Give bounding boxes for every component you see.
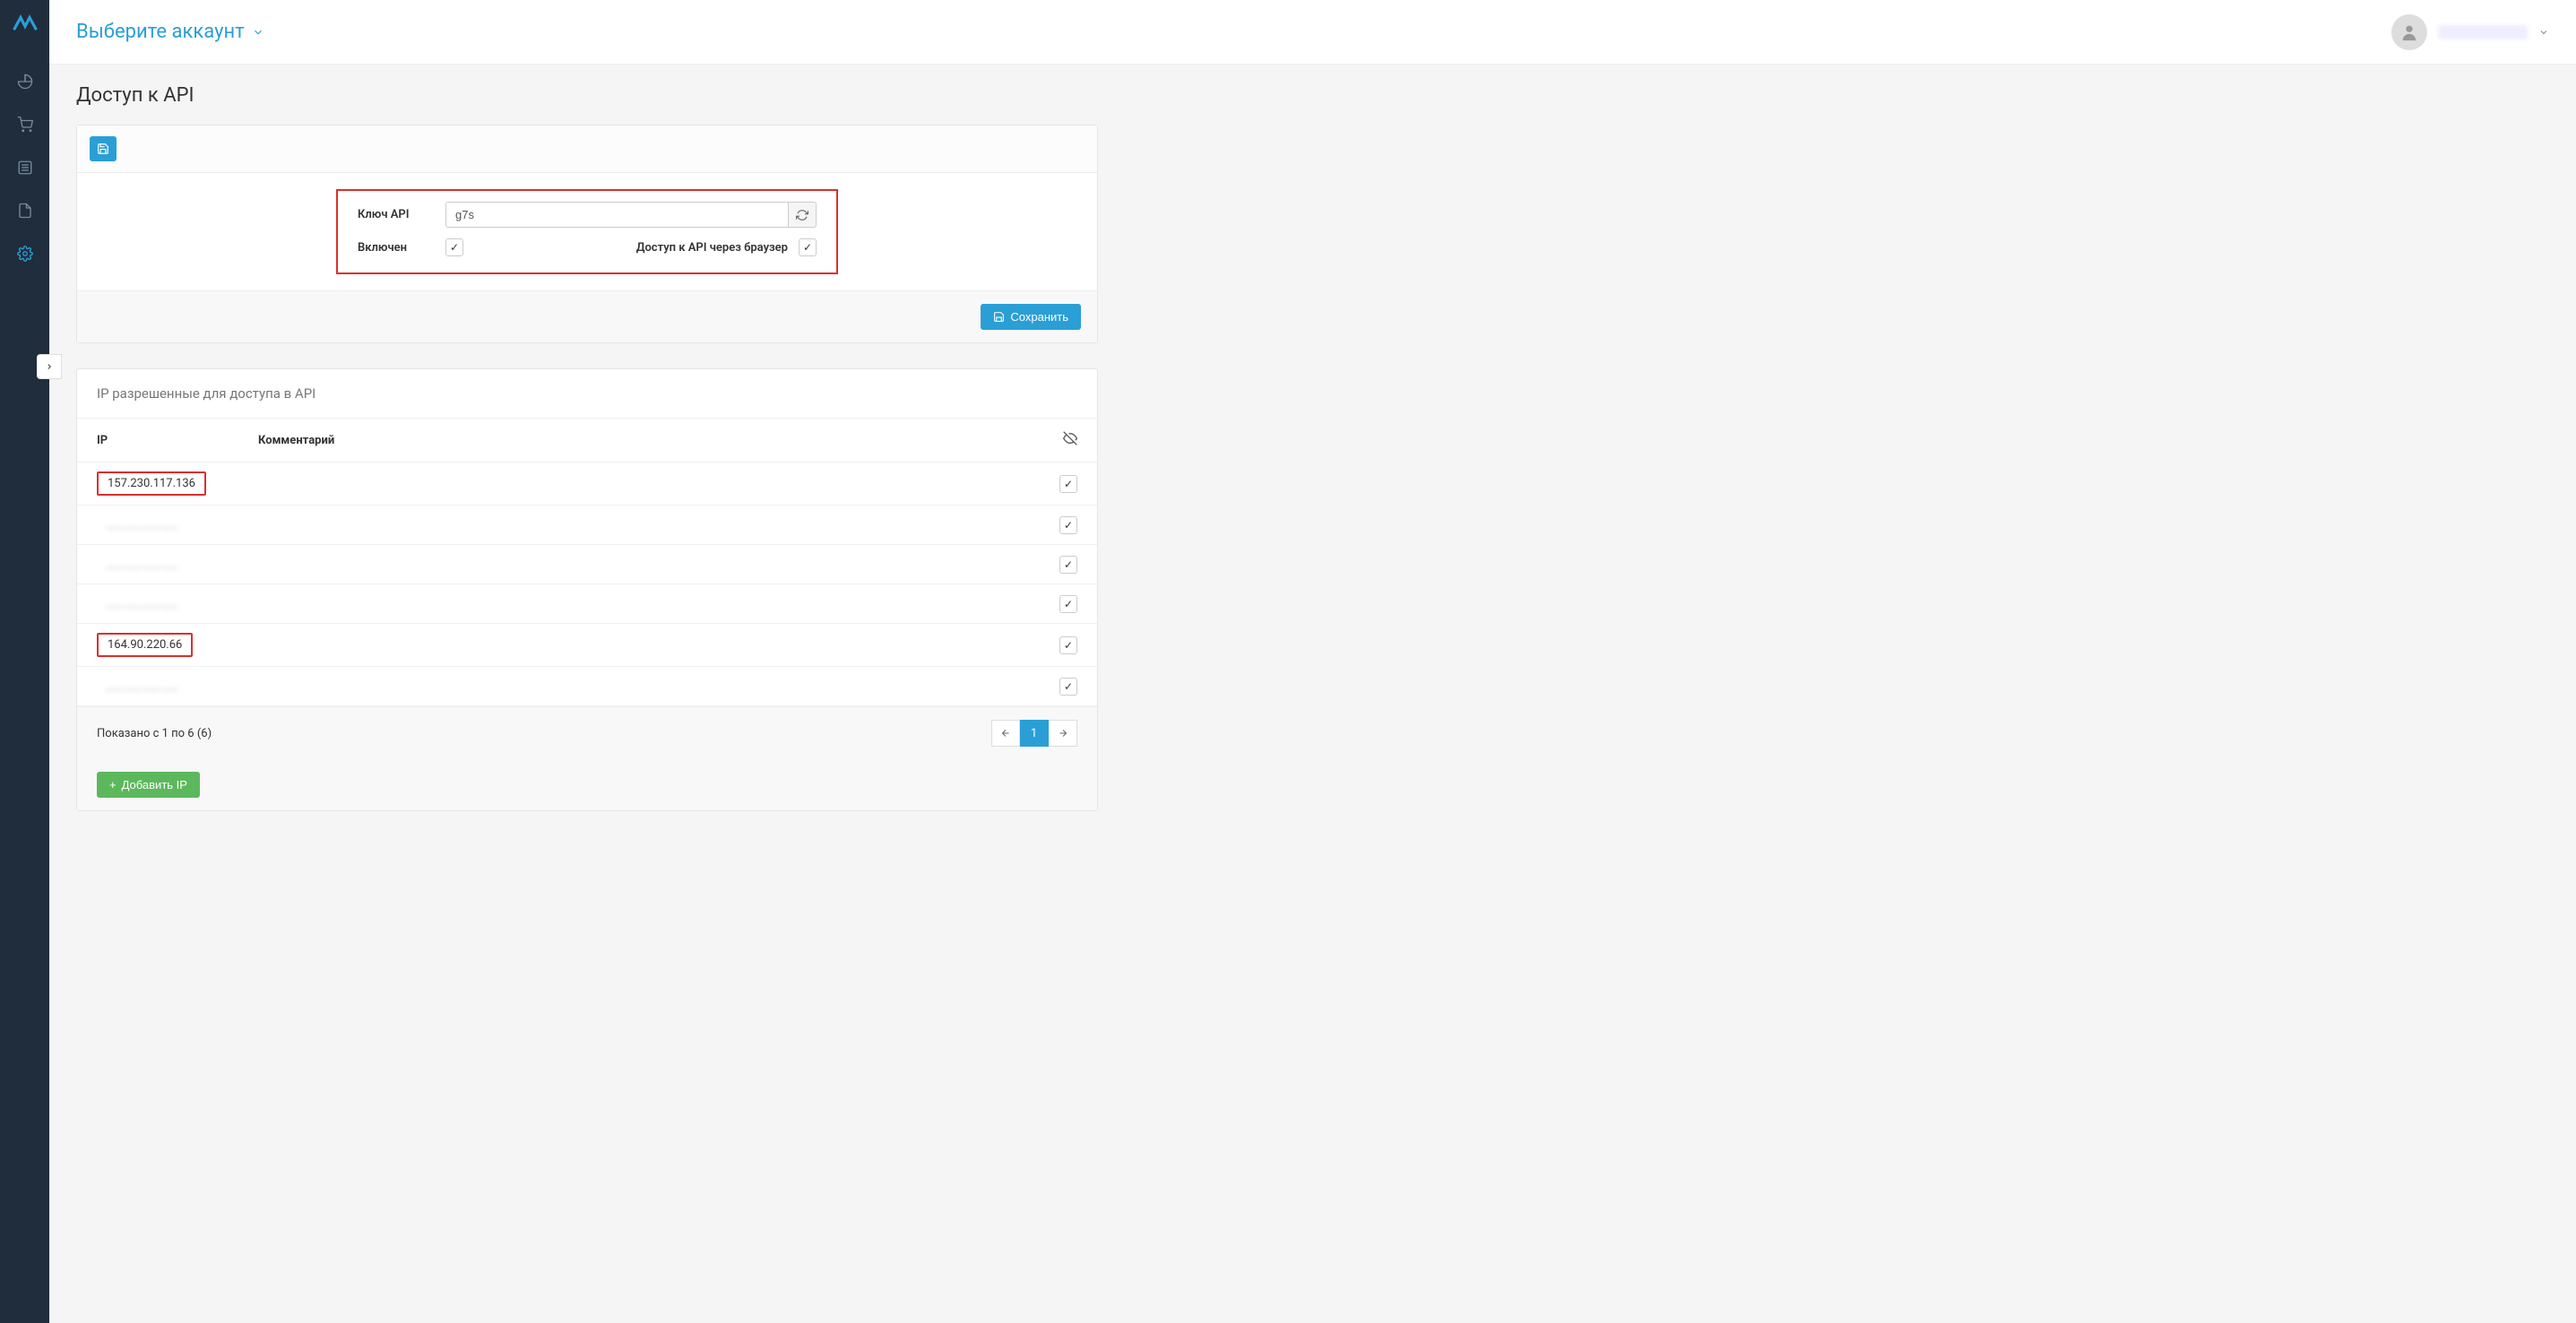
row-enabled-checkbox[interactable]: ✓ xyxy=(1059,636,1077,654)
save-icon-button[interactable] xyxy=(90,136,117,161)
highlighted-api-config: Ключ API Включен ✓ xyxy=(336,189,838,274)
pager-prev[interactable] xyxy=(991,720,1020,747)
comment-cell xyxy=(238,584,1040,624)
save-button-label: Сохранить xyxy=(1010,310,1068,324)
pager-page-current[interactable]: 1 xyxy=(1020,720,1049,747)
plus-icon: + xyxy=(109,778,117,791)
table-row[interactable]: ___.___.___.___ ✓ xyxy=(77,506,1097,545)
gear-icon xyxy=(17,246,33,262)
col-header-ip: IP xyxy=(77,419,238,463)
sidebar-item-document[interactable] xyxy=(0,189,49,232)
person-icon xyxy=(2399,22,2419,42)
ip-value: ___.___.___.___ xyxy=(97,676,187,696)
ip-value: 157.230.117.136 xyxy=(97,471,206,496)
user-name-blurred xyxy=(2438,25,2528,39)
sidebar xyxy=(0,0,49,1323)
comment-cell xyxy=(238,545,1040,584)
ip-table: IP Комментарий 157.230.117.136✓___.___._… xyxy=(77,419,1097,706)
comment-cell xyxy=(238,624,1040,667)
table-row[interactable]: ___.___.___.___ ✓ xyxy=(77,545,1097,584)
arrow-left-icon xyxy=(1000,728,1011,739)
comment-cell xyxy=(238,463,1040,506)
arrow-right-icon xyxy=(1058,728,1068,739)
table-row[interactable]: 164.90.220.66 ✓ xyxy=(77,624,1097,667)
sidebar-expand-handle[interactable] xyxy=(37,354,62,379)
account-selector[interactable]: Выберите аккаунт xyxy=(76,21,264,43)
ip-value: ___.___.___.___ xyxy=(97,554,187,575)
account-selector-label: Выберите аккаунт xyxy=(76,21,245,43)
chevron-down-icon xyxy=(252,26,264,39)
api-key-label: Ключ API xyxy=(358,208,429,221)
browser-access-label: Доступ к API через браузер xyxy=(636,241,788,255)
enabled-label: Включен xyxy=(358,241,429,255)
table-row[interactable]: ___.___.___.___ ✓ xyxy=(77,667,1097,706)
document-icon xyxy=(17,203,33,219)
col-header-visibility xyxy=(1040,419,1097,463)
row-enabled-checkbox[interactable]: ✓ xyxy=(1059,475,1077,493)
user-menu[interactable] xyxy=(2391,14,2549,50)
comment-cell xyxy=(238,667,1040,706)
chevron-right-icon xyxy=(45,362,54,371)
avatar xyxy=(2391,14,2427,50)
save-icon xyxy=(97,143,109,155)
eye-off-icon xyxy=(1063,431,1077,445)
sidebar-item-dashboard[interactable] xyxy=(0,60,49,103)
col-header-comment: Комментарий xyxy=(238,419,1040,463)
ip-value: ___.___.___.___ xyxy=(97,514,187,535)
row-enabled-checkbox[interactable]: ✓ xyxy=(1059,556,1077,574)
ip-whitelist-panel: IP разрешенные для доступа в API IP Комм… xyxy=(76,368,1098,811)
logo[interactable] xyxy=(12,11,39,38)
topbar: Выберите аккаунт xyxy=(49,0,2576,65)
add-ip-button-label: Добавить IP xyxy=(122,778,187,791)
pager-next[interactable] xyxy=(1049,720,1077,747)
table-row[interactable]: ___.___.___.___ ✓ xyxy=(77,584,1097,624)
enabled-checkbox[interactable]: ✓ xyxy=(445,238,463,256)
chevron-down-icon xyxy=(2538,27,2549,38)
add-ip-button[interactable]: + Добавить IP xyxy=(97,772,200,798)
api-key-input[interactable] xyxy=(445,202,788,228)
pagination-summary: Показано с 1 по 6 (6) xyxy=(97,727,212,740)
api-settings-panel: Ключ API Включен ✓ xyxy=(76,125,1098,343)
save-icon xyxy=(993,311,1005,323)
sidebar-item-settings[interactable] xyxy=(0,232,49,275)
sidebar-item-cart[interactable] xyxy=(0,103,49,146)
sidebar-item-list[interactable] xyxy=(0,146,49,189)
save-button[interactable]: Сохранить xyxy=(981,304,1081,330)
table-row[interactable]: 157.230.117.136 ✓ xyxy=(77,463,1097,506)
ip-section-title: IP разрешенные для доступа в API xyxy=(77,369,1097,419)
row-enabled-checkbox[interactable]: ✓ xyxy=(1059,678,1077,696)
pie-chart-icon xyxy=(17,74,33,90)
row-enabled-checkbox[interactable]: ✓ xyxy=(1059,595,1077,613)
row-enabled-checkbox[interactable]: ✓ xyxy=(1059,516,1077,534)
comment-cell xyxy=(238,506,1040,545)
cart-icon xyxy=(17,117,33,133)
browser-access-checkbox[interactable]: ✓ xyxy=(799,238,817,256)
regenerate-key-button[interactable] xyxy=(788,202,817,228)
ip-value: 164.90.220.66 xyxy=(97,633,193,657)
ip-value: ___.___.___.___ xyxy=(97,593,187,614)
page-title: Доступ к API xyxy=(76,84,1098,107)
refresh-icon xyxy=(796,209,808,221)
pager: 1 xyxy=(991,720,1077,747)
list-icon xyxy=(17,160,33,176)
